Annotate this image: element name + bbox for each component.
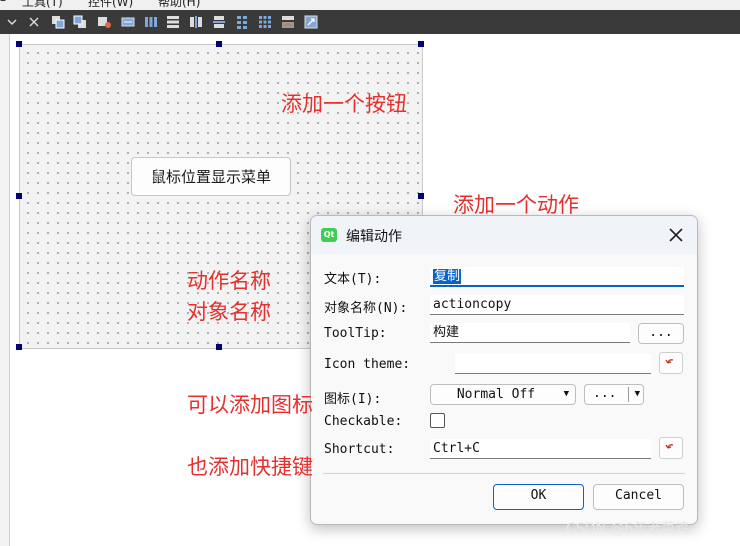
layout-vertical-icon[interactable] — [165, 14, 181, 30]
icon-more-button[interactable]: ... ▼ — [584, 384, 644, 405]
selection-handle[interactable] — [16, 344, 22, 350]
object-name-label: 对象名称(N): — [324, 301, 408, 316]
layout-vertical-splitter-icon[interactable] — [211, 14, 227, 30]
menu-item-help[interactable]: 帮助(H) — [158, 0, 200, 10]
dropdown-arrow-icon: ▼ — [563, 389, 569, 399]
text-field[interactable]: 复制 — [430, 267, 684, 287]
watermark: CSDN @6年老菜鸡 — [566, 521, 690, 537]
shortcut-label: Shortcut: — [324, 442, 395, 457]
dialog-title-bar: Qt 编辑动作 — [311, 216, 697, 254]
break-layout-icon[interactable] — [280, 14, 296, 30]
edit-buddies-icon[interactable] — [120, 14, 136, 30]
selection-handle[interactable] — [216, 41, 222, 47]
icon-more-label: ... — [593, 386, 617, 401]
menu-item-dash: – — [0, 0, 6, 7]
tooltip-label: ToolTip: — [324, 326, 387, 341]
designer-toolbar — [0, 10, 740, 34]
text-field-value: 复制 — [433, 269, 462, 284]
layout-grid-icon[interactable] — [257, 14, 273, 30]
layout-horizontal-splitter-icon[interactable] — [188, 14, 204, 30]
chevron-down-icon[interactable] — [4, 14, 20, 30]
menu-bar: – 工具(T) 控件(W) 帮助(H) — [0, 0, 740, 10]
icon-label: 图标(I): — [324, 392, 382, 407]
ok-button[interactable]: OK — [493, 484, 584, 510]
close-icon[interactable] — [26, 14, 42, 30]
cancel-button[interactable]: Cancel — [593, 484, 684, 510]
reset-icon[interactable] — [659, 437, 683, 459]
selection-handle[interactable] — [418, 193, 424, 199]
qt-logo-icon: Qt — [321, 228, 337, 242]
annotation-add-shortcut: 也添加快捷键 — [187, 455, 313, 479]
dialog-separator — [323, 473, 685, 474]
close-icon[interactable] — [665, 224, 687, 246]
dropdown-arrow-icon: ▼ — [634, 389, 640, 399]
selection-handle[interactable] — [16, 41, 22, 47]
layout-form-icon[interactable] — [234, 14, 250, 30]
layout-horizontal-icon[interactable] — [143, 14, 159, 30]
reset-icon[interactable] — [659, 352, 683, 374]
menu-item-widgets[interactable]: 控件(W) — [88, 0, 133, 10]
tooltip-field[interactable]: 构建 — [430, 323, 630, 343]
annotation-add-button: 添加一个按钮 — [281, 92, 407, 116]
icon-mode-value: Normal Off — [456, 387, 536, 402]
object-name-field[interactable]: actioncopy — [430, 295, 684, 315]
checkable-label: Checkable: — [324, 414, 403, 429]
icon-theme-field[interactable] — [455, 354, 651, 374]
selection-handle[interactable] — [16, 193, 22, 199]
edit-tab-order-icon[interactable] — [96, 14, 112, 30]
annotation-object-name: 对象名称 — [187, 300, 271, 324]
adjust-size-icon[interactable] — [303, 14, 319, 30]
edit-action-dialog: Qt 编辑动作 文本(T): 复制 对象名称(N): actioncopy To… — [310, 215, 698, 525]
button-divider — [628, 387, 629, 402]
annotation-add-icon: 可以添加图标 — [187, 393, 313, 417]
selection-handle[interactable] — [418, 41, 424, 47]
dialog-title: 编辑动作 — [346, 229, 402, 245]
context-menu-button[interactable]: 鼠标位置显示菜单 — [131, 157, 291, 196]
designer-left-panel — [0, 34, 10, 546]
send-back-icon[interactable] — [72, 14, 88, 30]
tooltip-more-button[interactable]: ... — [638, 323, 684, 344]
selection-handle[interactable] — [216, 344, 222, 350]
icon-theme-label: Icon theme: — [324, 357, 411, 372]
text-label: 文本(T): — [324, 272, 382, 287]
shortcut-field[interactable]: Ctrl+C — [430, 439, 651, 459]
checkable-checkbox[interactable] — [430, 413, 445, 428]
annotation-action-name: 动作名称 — [187, 269, 271, 293]
icon-mode-select[interactable]: Normal Off ▼ — [430, 384, 576, 405]
menu-item-tools[interactable]: 工具(T) — [22, 0, 63, 10]
bring-front-icon[interactable] — [50, 14, 66, 30]
